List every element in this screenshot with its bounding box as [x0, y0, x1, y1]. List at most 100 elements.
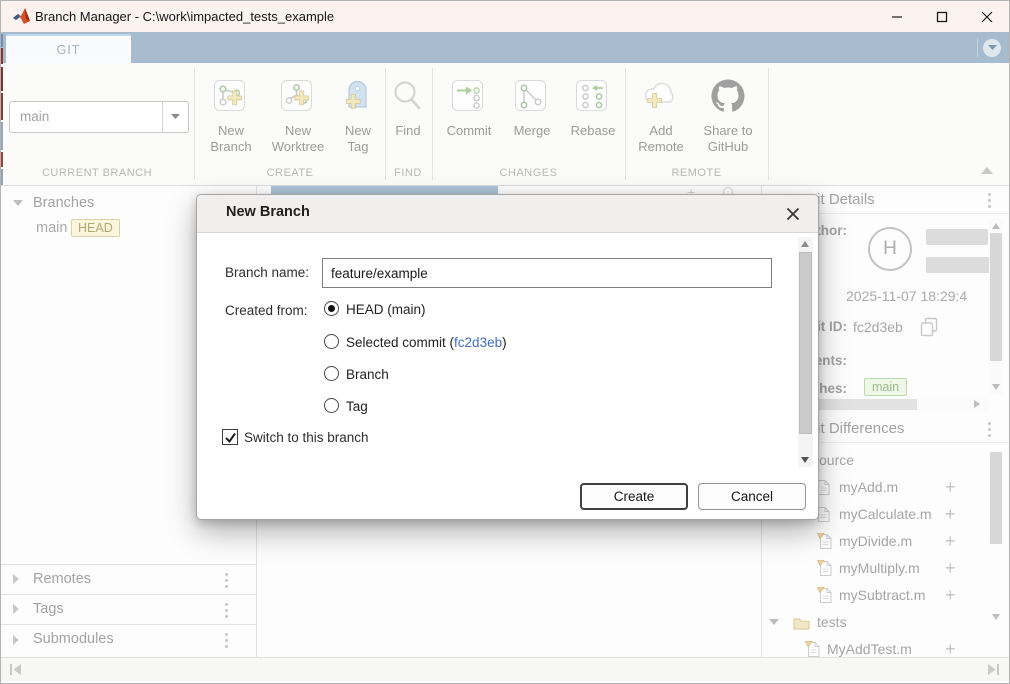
- group-separator: [194, 68, 195, 180]
- rebase-button[interactable]: Rebase: [564, 79, 622, 139]
- tree-item-tests-folder[interactable]: tests: [762, 610, 989, 637]
- radio-head[interactable]: [324, 301, 339, 316]
- add-to-compare-button[interactable]: +: [945, 504, 956, 525]
- add-to-compare-button[interactable]: +: [945, 477, 956, 498]
- new-tag-button[interactable]: New Tag: [334, 79, 382, 155]
- file-name: myMultiply.m: [839, 560, 920, 576]
- screen-edge-artifact: [1, 93, 3, 120]
- cancel-button-label: Cancel: [731, 489, 773, 504]
- dropdown-arrow-button[interactable]: [162, 102, 188, 132]
- scroll-down-icon[interactable]: [801, 457, 809, 463]
- radio-branch-label: Branch: [346, 367, 389, 382]
- scroll-down-icon[interactable]: [992, 614, 1000, 620]
- minimize-button[interactable]: [874, 1, 919, 32]
- tags-menu-icon[interactable]: [225, 602, 228, 619]
- tree-item-file[interactable]: myMultiply.m +: [762, 556, 989, 583]
- add-to-compare-button[interactable]: +: [945, 531, 956, 552]
- add-to-compare-button[interactable]: +: [945, 639, 956, 657]
- maximize-button[interactable]: [919, 1, 964, 32]
- commit-link[interactable]: fc2d3eb: [454, 335, 502, 350]
- radio-head-label: HEAD (main): [346, 302, 426, 317]
- scroll-up-icon[interactable]: [801, 241, 809, 247]
- tags-label: Tags: [33, 601, 64, 617]
- radio-selected-commit[interactable]: [324, 334, 339, 349]
- scroll-to-start-icon[interactable]: [9, 663, 23, 676]
- collapse-arrow-icon[interactable]: [13, 200, 23, 206]
- sidebar-item-submodules[interactable]: Submodules: [1, 624, 256, 657]
- collapse-toolbar-button[interactable]: [981, 167, 993, 174]
- scroll-right-icon[interactable]: [974, 400, 980, 408]
- radio-branch[interactable]: [324, 366, 339, 381]
- radio-tag[interactable]: [324, 398, 339, 413]
- group-label-changes: CHANGES: [433, 167, 624, 179]
- commit-details-scrollbar[interactable]: [989, 219, 1003, 394]
- commit-differences-scrollbar[interactable]: [989, 448, 1003, 638]
- new-branch-button[interactable]: New Branch: [200, 79, 262, 155]
- switch-branch-checkbox[interactable]: [222, 429, 238, 445]
- tree-item-file[interactable]: MyAddTest.m +: [762, 637, 989, 657]
- group-separator: [768, 68, 769, 180]
- submodules-label: Submodules: [33, 631, 114, 647]
- scroll-up-icon[interactable]: [992, 223, 1000, 229]
- branch-name-label: Branch name:: [225, 265, 309, 280]
- scrollbar-thumb[interactable]: [990, 452, 1002, 544]
- create-button[interactable]: Create: [580, 483, 688, 510]
- scroll-to-end-icon[interactable]: [986, 663, 1000, 676]
- tree-item-file[interactable]: mySubtract.m +: [762, 583, 989, 610]
- scrollbar-thumb[interactable]: [799, 252, 812, 434]
- branch-main-label: main: [36, 220, 67, 236]
- new-worktree-button[interactable]: New Worktree: [264, 79, 332, 155]
- cancel-button[interactable]: Cancel: [698, 483, 806, 510]
- new-branch-dialog: New Branch Branch name: Created from: HE…: [196, 194, 819, 520]
- github-icon: [711, 79, 745, 123]
- pinned-file-icon: [817, 560, 833, 577]
- branch-name-input[interactable]: [322, 258, 772, 288]
- submodules-menu-icon[interactable]: [225, 632, 228, 649]
- find-icon: [390, 79, 426, 123]
- tree-item-file[interactable]: myDivide.m +: [762, 529, 989, 556]
- group-label-remote: REMOTE: [626, 167, 767, 179]
- add-to-compare-button[interactable]: +: [945, 585, 956, 606]
- sidebar-item-remotes[interactable]: Remotes: [1, 564, 256, 594]
- expand-arrow-icon[interactable]: [13, 574, 19, 584]
- merge-button[interactable]: Merge: [502, 79, 562, 139]
- scroll-down-icon[interactable]: [992, 384, 1000, 390]
- screen-edge-artifact: [1, 48, 3, 64]
- group-label-create: CREATE: [195, 167, 385, 179]
- copy-icon[interactable]: [919, 317, 939, 342]
- dialog-close-button[interactable]: [780, 202, 806, 226]
- merge-label: Merge: [514, 123, 551, 139]
- commit-differences-menu-icon[interactable]: [988, 421, 991, 438]
- add-remote-button[interactable]: Add Remote: [630, 79, 692, 155]
- find-label: Find: [395, 123, 420, 139]
- ribbon-menu-button[interactable]: [983, 39, 1001, 57]
- collapse-arrow-icon[interactable]: [769, 619, 779, 625]
- sidebar-item-tags[interactable]: Tags: [1, 594, 256, 624]
- current-branch-value: main: [20, 109, 49, 124]
- radio-selected-commit-label: Selected commit (fc2d3eb): [346, 335, 507, 350]
- head-badge: HEAD: [71, 219, 120, 237]
- commit-button[interactable]: Commit: [438, 79, 500, 139]
- dialog-titlebar[interactable]: New Branch: [197, 195, 818, 233]
- commit-details-menu-icon[interactable]: [988, 192, 991, 209]
- selected-commit-row[interactable]: [271, 186, 498, 194]
- branch-manager-window: Branch Manager - C:\work\impacted_tests_…: [0, 0, 1010, 684]
- expand-arrow-icon[interactable]: [13, 604, 19, 614]
- commit-icon: [451, 79, 487, 123]
- close-button[interactable]: [964, 1, 1009, 32]
- share-to-github-button[interactable]: Share to GitHub: [695, 79, 761, 155]
- add-to-compare-button[interactable]: +: [945, 558, 956, 579]
- tab-git[interactable]: GIT: [6, 34, 131, 63]
- folder-icon: [793, 616, 810, 630]
- group-separator: [432, 68, 433, 180]
- folder-name: tests: [817, 614, 847, 630]
- remotes-label: Remotes: [33, 571, 91, 587]
- dialog-scrollbar[interactable]: [798, 237, 813, 467]
- commit-label: Commit: [447, 123, 492, 139]
- remotes-menu-icon[interactable]: [225, 572, 228, 589]
- find-button[interactable]: Find: [387, 79, 429, 139]
- expand-arrow-icon[interactable]: [13, 635, 19, 645]
- scrollbar-thumb[interactable]: [990, 233, 1002, 361]
- file-name: myDivide.m: [839, 533, 912, 549]
- current-branch-dropdown[interactable]: main: [9, 101, 189, 133]
